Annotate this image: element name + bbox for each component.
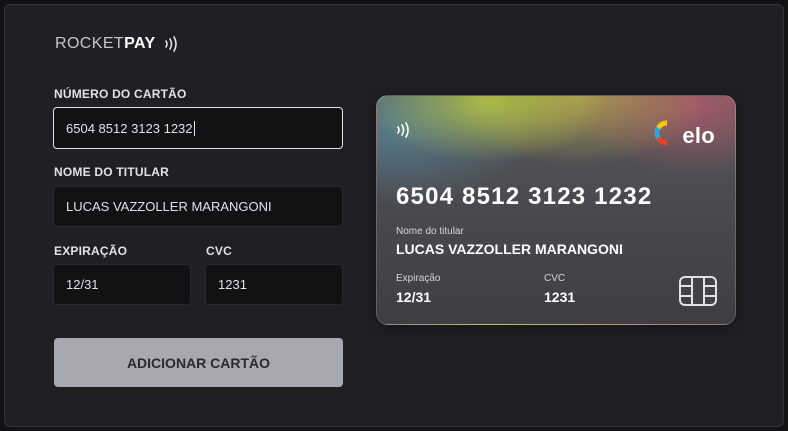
add-card-button[interactable]: ADICIONAR CARTÃO bbox=[54, 338, 343, 387]
text-caret bbox=[193, 120, 195, 136]
contactless-icon bbox=[162, 35, 182, 53]
card-holder-label: Nome do titular bbox=[396, 226, 464, 237]
card-number-input[interactable]: 6504 8512 3123 1232 bbox=[53, 107, 343, 149]
elo-logo-text: elo bbox=[682, 122, 715, 148]
card-contactless-icon bbox=[394, 120, 414, 145]
chip-icon bbox=[679, 276, 717, 311]
card-cvc-label: CVC bbox=[544, 273, 566, 284]
expiry-input[interactable]: 12/31 bbox=[53, 264, 191, 305]
cvc-value: 1231 bbox=[218, 277, 247, 292]
card-holder-name: LUCAS VAZZOLLER MARANGONI bbox=[396, 241, 623, 257]
card-cvc-value: 1231 bbox=[544, 289, 576, 305]
expiry-label: EXPIRAÇÃO bbox=[54, 244, 128, 258]
card-expiry-value: 12/31 bbox=[396, 289, 432, 305]
holder-name-label: NOME DO TITULAR bbox=[54, 165, 169, 179]
card-expiry-label: Expiração bbox=[396, 273, 441, 284]
cvc-label: CVC bbox=[206, 244, 232, 258]
elo-logo: elo bbox=[654, 120, 715, 151]
cvc-input[interactable]: 1231 bbox=[205, 264, 343, 305]
add-card-panel: ROCKET PAY NÚMERO DO CARTÃO 6504 8512 312… bbox=[4, 4, 784, 427]
card-preview: elo 6504 8512 3123 1232 Nome do titular … bbox=[376, 95, 736, 325]
logo-rocket-text: ROCKET bbox=[55, 35, 125, 52]
holder-name-input[interactable]: LUCAS VAZZOLLER MARANGONI bbox=[53, 186, 343, 227]
elo-logo-icon bbox=[654, 120, 680, 151]
card-preview-number: 6504 8512 3123 1232 bbox=[396, 183, 653, 210]
card-number-value: 6504 8512 3123 1232 bbox=[66, 120, 193, 136]
expiry-value: 12/31 bbox=[66, 277, 99, 292]
logo-pay-text: PAY bbox=[124, 35, 156, 52]
rocketpay-logo: ROCKET PAY bbox=[55, 35, 182, 53]
holder-name-value: LUCAS VAZZOLLER MARANGONI bbox=[66, 199, 272, 214]
card-number-label: NÚMERO DO CARTÃO bbox=[54, 87, 187, 101]
